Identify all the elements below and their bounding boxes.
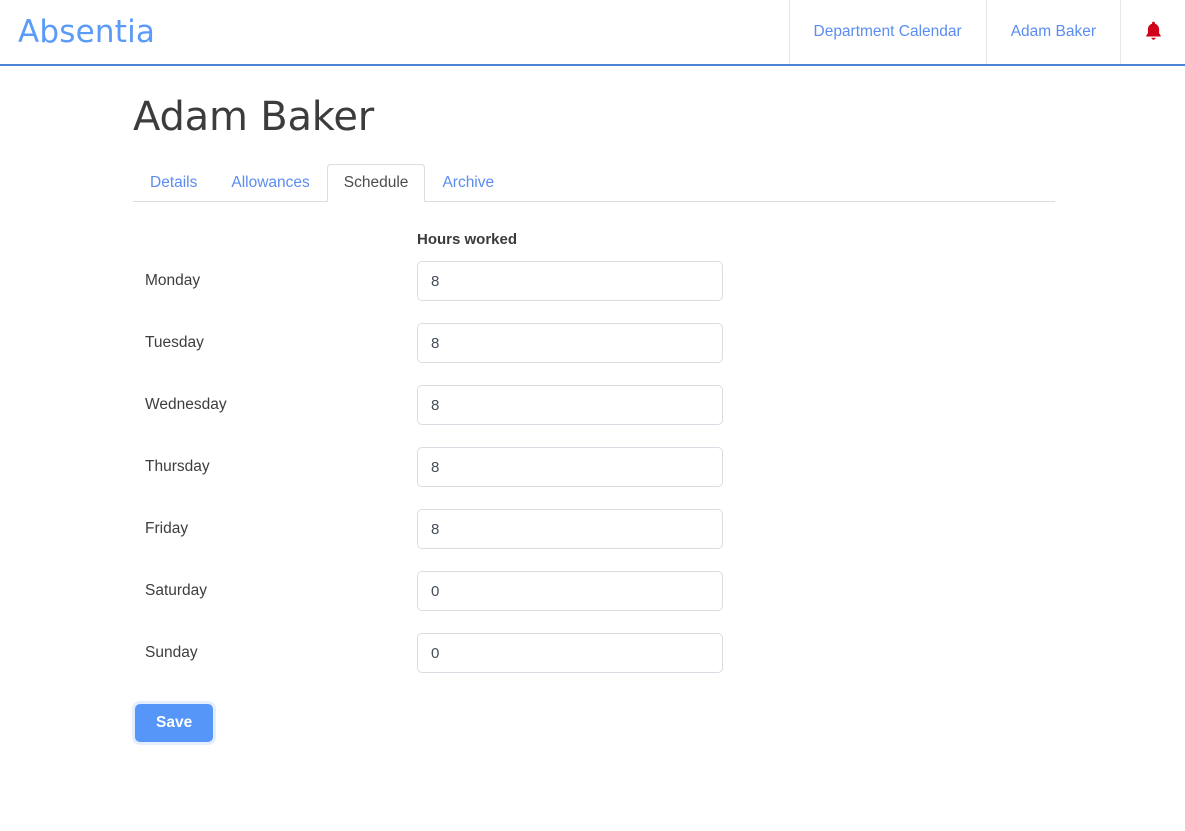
- tab-bar: Details Allowances Schedule Archive: [133, 164, 1055, 202]
- day-label-saturday: Saturday: [145, 582, 208, 599]
- page-body: Adam Baker Details Allowances Schedule A…: [0, 66, 1185, 742]
- day-label-tuesday: Tuesday: [145, 334, 204, 351]
- schedule-header-row: Hours worked: [133, 228, 1055, 250]
- schedule-row-monday: Monday: [133, 250, 1055, 312]
- hours-input-tuesday[interactable]: [417, 323, 723, 363]
- nav-item-department-calendar[interactable]: Department Calendar: [788, 0, 986, 64]
- brand-logo[interactable]: Absentia: [0, 0, 155, 64]
- hours-input-friday[interactable]: [417, 509, 723, 549]
- save-button[interactable]: Save: [135, 704, 214, 742]
- schedule-form: Hours worked Monday Tuesday Wednesday Th…: [133, 228, 1055, 742]
- notifications-button[interactable]: [1120, 0, 1185, 64]
- hours-worked-column-header: Hours worked: [417, 230, 518, 248]
- day-label-monday: Monday: [145, 272, 201, 289]
- day-label-friday: Friday: [145, 520, 189, 537]
- hours-input-sunday[interactable]: [417, 633, 723, 673]
- schedule-row-thursday: Thursday: [133, 436, 1055, 498]
- day-label-wednesday: Wednesday: [145, 396, 227, 413]
- content-container: Adam Baker Details Allowances Schedule A…: [133, 66, 1055, 742]
- nav-item-adam-baker[interactable]: Adam Baker: [985, 0, 1120, 64]
- navbar-right-group: Department Calendar Adam Baker: [788, 0, 1185, 64]
- tab-allowances[interactable]: Allowances: [214, 164, 326, 202]
- schedule-row-friday: Friday: [133, 498, 1055, 560]
- hours-input-monday[interactable]: [417, 261, 723, 301]
- schedule-row-tuesday: Tuesday: [133, 312, 1055, 374]
- tab-details[interactable]: Details: [133, 164, 214, 202]
- form-actions: Save: [133, 704, 1055, 742]
- top-navigation-bar: Absentia Department Calendar Adam Baker: [0, 0, 1185, 66]
- schedule-row-sunday: Sunday: [133, 622, 1055, 684]
- page-title: Adam Baker: [133, 94, 374, 140]
- hours-input-saturday[interactable]: [417, 571, 723, 611]
- bell-icon: [1144, 20, 1163, 45]
- tab-archive[interactable]: Archive: [425, 164, 511, 202]
- hours-input-wednesday[interactable]: [417, 385, 723, 425]
- schedule-row-wednesday: Wednesday: [133, 374, 1055, 436]
- hours-input-thursday[interactable]: [417, 447, 723, 487]
- day-label-sunday: Sunday: [145, 644, 198, 661]
- tab-schedule[interactable]: Schedule: [326, 164, 426, 202]
- schedule-row-saturday: Saturday: [133, 560, 1055, 622]
- day-label-thursday: Thursday: [145, 458, 210, 475]
